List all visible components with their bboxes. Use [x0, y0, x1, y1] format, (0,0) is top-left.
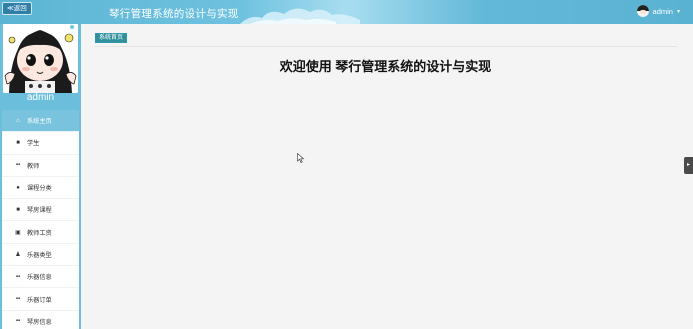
home-icon: ⌂ [16, 117, 20, 124]
user-name: admin [652, 6, 673, 16]
chevron-down-icon: ▾ [676, 8, 680, 15]
app-title: 琴行管理系统的设计与实现 [109, 8, 239, 20]
sidebar-item[interactable]: ⌂ 系统主页 [2, 110, 79, 133]
sidebar-item[interactable]: ♟ 乐器类型 [2, 244, 79, 267]
sidebar: admin ⌂ 系统主页 ■ 学生 ▪▪ 教师 ● 课程分类 ■ 琴房课程 ▣ 教师工资 ♟ 乐器类型 ▪▪… [0, 0, 81, 329]
sidebar-item[interactable]: ▣ 教师工资 [2, 221, 79, 244]
sidebar-item-label: 系统主页 [27, 118, 52, 126]
calendar-icon: ▣ [15, 229, 21, 236]
sidebar-item[interactable]: ■ 学生 [2, 132, 79, 155]
grid-icon: ▪▪ [15, 273, 21, 280]
user-icon: ♟ [15, 251, 21, 258]
grid-icon: ▪▪ [15, 318, 21, 325]
sidebar-item-label: 教师 [27, 162, 40, 170]
avatar-illustration [3, 18, 78, 93]
grid-icon: ▪▪ [15, 296, 21, 303]
sidebar-item-label: 学生 [27, 140, 40, 148]
sidebar-menu: ⌂ 系统主页 ■ 学生 ▪▪ 教师 ● 课程分类 ■ 琴房课程 ▣ 教师工资 ♟ 乐器类型 ▪▪ 乐器信息 ▪▪… [2, 110, 79, 329]
sidebar-item[interactable]: ▪▪ 乐器订单 [2, 288, 79, 311]
top-header: 琴行管理系统的设计与实现 admin ▾ [0, 0, 693, 24]
user-avatar-icon [636, 5, 649, 17]
sidebar-item-label: 乐器订单 [27, 296, 52, 304]
mouse-cursor-icon [297, 153, 305, 163]
welcome-heading: 欢迎使用 琴行管理系统的设计与实现 [279, 59, 492, 74]
sidebar-item[interactable]: ▪▪ 教师 [2, 155, 79, 177]
book-icon: ■ [16, 206, 20, 213]
sidebar-item[interactable]: ▪▪ 乐器信息 [2, 266, 79, 289]
sidebar-item-label: 乐器信息 [27, 274, 52, 282]
sidebar-item-label: 教师工资 [27, 229, 52, 237]
sidebar-username: admin [26, 92, 55, 103]
sidebar-item-label: 乐器类型 [27, 251, 52, 259]
sidebar-item-label: 课程分类 [27, 185, 52, 193]
student-icon: ■ [16, 139, 20, 146]
divider [94, 46, 677, 47]
pin-icon: ● [16, 184, 20, 191]
breadcrumb[interactable]: 系统首页 [95, 33, 128, 43]
sidebar-item[interactable]: ■ 琴房课程 [2, 199, 79, 222]
grid-icon: ▪▪ [15, 162, 21, 169]
sidebar-item-label: 琴房课程 [27, 207, 52, 215]
back-button[interactable]: ≪返回 [2, 2, 32, 15]
collapse-handle[interactable]: ▸ [684, 157, 693, 174]
header-clouds-decoration [240, 8, 360, 24]
sidebar-item[interactable]: ● 课程分类 [2, 177, 79, 200]
sidebar-item-label: 琴房信息 [27, 318, 52, 326]
sidebar-avatar [3, 18, 78, 93]
user-menu[interactable]: admin ▾ [636, 5, 680, 17]
sidebar-item[interactable]: ▪▪ 琴房信息 [2, 311, 79, 329]
